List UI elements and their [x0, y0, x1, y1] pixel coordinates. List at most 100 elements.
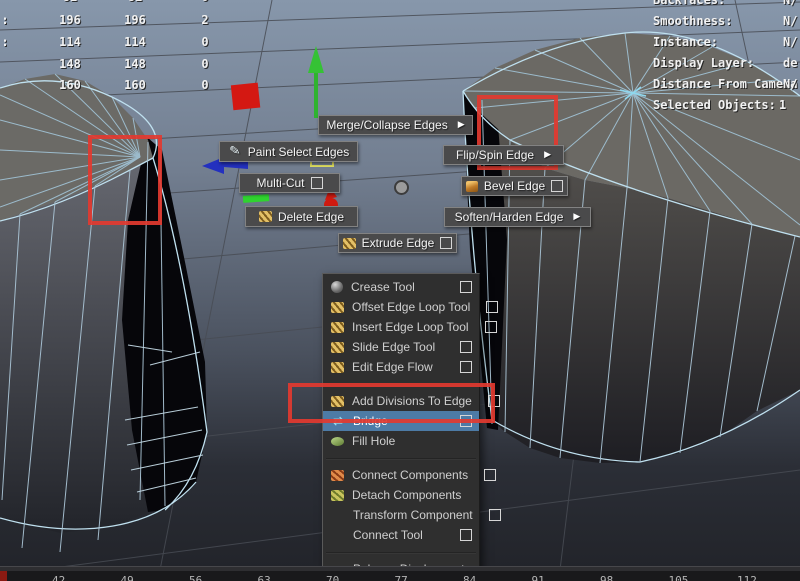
- hud-detail-value: 1: [779, 98, 800, 112]
- marking-item-label: Bevel Edge: [484, 179, 545, 193]
- menu-item-label: Connect Tool: [353, 528, 423, 542]
- bevel-icon: [466, 181, 478, 192]
- menu-separator: [326, 451, 476, 459]
- option-box[interactable]: [460, 341, 472, 353]
- option-box[interactable]: [311, 177, 323, 189]
- hud-detail-value: N/: [783, 14, 800, 28]
- marking-item-label: Multi-Cut: [256, 176, 304, 190]
- menu-item-label: Connect Components: [352, 468, 468, 482]
- option-box[interactable]: [460, 415, 472, 427]
- timeline-frame-tick[interactable]: 49: [121, 574, 134, 581]
- menu-item-add-divisions-to-edge[interactable]: Add Divisions To Edge: [323, 391, 479, 411]
- maya-application-window: 81810:1961962:114114014814801601600 Back…: [0, 0, 800, 581]
- option-box[interactable]: [488, 395, 500, 407]
- menu-item-label: Slide Edge Tool: [352, 340, 435, 354]
- menu-item-label: Bridge: [353, 414, 388, 428]
- marking-item-paint-select-edges[interactable]: ✎ Paint Select Edges: [219, 141, 358, 162]
- gold-icon: [331, 362, 344, 373]
- hud-detail-value: de: [783, 56, 800, 70]
- option-box[interactable]: [485, 321, 497, 333]
- option-box[interactable]: [489, 509, 501, 521]
- timeline-frame-tick[interactable]: 70: [326, 574, 339, 581]
- menu-item-label: Transform Component: [353, 508, 473, 522]
- menu-separator: [326, 545, 476, 553]
- bridge-icon: ⇄: [331, 415, 345, 428]
- hud-detail-label: Smoothness:: [653, 14, 800, 28]
- timeline-frame-tick[interactable]: 112: [737, 574, 757, 581]
- time-slider[interactable]: 42 49 56 63 70 77 84 91 98 105 112: [0, 571, 800, 581]
- hud-detail-label: Backfaces:: [653, 0, 800, 7]
- timeline-frame-tick[interactable]: 77: [395, 574, 408, 581]
- marking-item-label: Paint Select Edges: [248, 145, 349, 159]
- submenu-arrow-icon: ▶: [458, 120, 465, 130]
- marking-item-delete-edge[interactable]: Delete Edge: [245, 206, 358, 227]
- detach-icon: [331, 490, 344, 501]
- option-box[interactable]: [551, 180, 563, 192]
- right-cylinder[interactable]: [463, 32, 800, 463]
- menu-item-connect-tool[interactable]: Connect Tool: [323, 525, 479, 545]
- current-frame-marker[interactable]: [0, 571, 7, 581]
- submenu-arrow-icon: ▶: [544, 150, 551, 160]
- menu-separator: [326, 377, 476, 385]
- edge-context-menu: Crease Tool Offset Edge Loop Tool Insert E…: [322, 273, 480, 570]
- timeline-frame-tick[interactable]: 42: [52, 574, 65, 581]
- menu-item-crease-tool[interactable]: Crease Tool: [323, 277, 479, 297]
- gold-icon: [331, 396, 344, 407]
- connect-icon: [331, 470, 344, 481]
- left-cylinder[interactable]: [0, 74, 207, 552]
- option-box[interactable]: [486, 301, 498, 313]
- option-box[interactable]: [484, 469, 496, 481]
- hud-detail-label: Selected Objects:: [653, 98, 800, 112]
- timeline-frame-tick[interactable]: 91: [532, 574, 545, 581]
- hud-detail-row: Display Layer:de: [0, 56, 800, 72]
- menu-item-transform-component[interactable]: Transform Component: [323, 505, 479, 525]
- marking-item-multi-cut[interactable]: Multi-Cut: [239, 173, 340, 193]
- hud-detail-row: Instance:N/: [0, 35, 800, 51]
- menu-item-edit-edge-flow[interactable]: Edit Edge Flow: [323, 357, 479, 377]
- viewport[interactable]: 81810:1961962:114114014814801601600 Back…: [0, 0, 800, 570]
- gold-icon: [331, 322, 344, 333]
- hud-detail-value: N/: [783, 77, 800, 91]
- menu-item-offset-edge-loop-tool[interactable]: Offset Edge Loop Tool: [323, 297, 479, 317]
- hud-detail-label: Instance:: [653, 35, 800, 49]
- menu-item-slide-edge-tool[interactable]: Slide Edge Tool: [323, 337, 479, 357]
- menu-item-label: Offset Edge Loop Tool: [352, 300, 470, 314]
- menu-item-insert-edge-loop-tool[interactable]: Insert Edge Loop Tool: [323, 317, 479, 337]
- hud-detail-label: Distance From Camera:: [653, 77, 800, 91]
- gold-icon: [331, 342, 344, 353]
- marking-item-label: Extrude Edge: [362, 236, 435, 250]
- timeline-frame-tick[interactable]: 63: [258, 574, 271, 581]
- delete-edge-icon: [259, 211, 272, 222]
- submenu-arrow-icon: ▶: [573, 212, 580, 222]
- option-box[interactable]: [440, 237, 452, 249]
- timeline-frame-tick[interactable]: 105: [669, 574, 689, 581]
- menu-item-label: Fill Hole: [352, 434, 395, 448]
- option-box[interactable]: [460, 529, 472, 541]
- marking-item-soften-harden-edge[interactable]: Soften/Harden Edge ▶: [444, 207, 591, 227]
- marking-item-label: Flip/Spin Edge: [456, 148, 534, 162]
- menu-item-label: Add Divisions To Edge: [352, 394, 472, 408]
- hud-detail-row: Smoothness:N/: [0, 14, 800, 30]
- marking-item-merge-collapse-edges[interactable]: Merge/Collapse Edges ▶: [318, 115, 473, 135]
- marking-item-extrude-edge[interactable]: Extrude Edge: [338, 233, 457, 253]
- hud-detail-value: N/: [783, 0, 800, 7]
- menu-item-fill-hole[interactable]: Fill Hole: [323, 431, 479, 451]
- menu-item-label: Insert Edge Loop Tool: [352, 320, 469, 334]
- hud-detail-row: Backfaces:N/: [0, 0, 800, 9]
- hud-detail-value: N/: [783, 35, 800, 49]
- menu-item-label: Edit Edge Flow: [352, 360, 433, 374]
- hud-detail-label: Display Layer:: [653, 56, 800, 70]
- menu-item-detach-components[interactable]: Detach Components: [323, 485, 479, 505]
- marking-menu-center-dot: [394, 180, 409, 195]
- timeline-frame-tick[interactable]: 56: [189, 574, 202, 581]
- brush-icon: ✎: [227, 144, 243, 159]
- marking-item-flip-spin-edge[interactable]: Flip/Spin Edge ▶: [443, 145, 564, 165]
- timeline-frame-tick[interactable]: 84: [463, 574, 476, 581]
- menu-item-connect-components[interactable]: Connect Components: [323, 465, 479, 485]
- timeline-frame-tick[interactable]: 98: [600, 574, 613, 581]
- manipulator-green-handle[interactable]: [243, 194, 269, 203]
- option-box[interactable]: [460, 281, 472, 293]
- marking-item-bevel-edge[interactable]: Bevel Edge: [461, 176, 568, 196]
- option-box[interactable]: [460, 361, 472, 373]
- menu-item-bridge[interactable]: ⇄ Bridge: [323, 411, 479, 431]
